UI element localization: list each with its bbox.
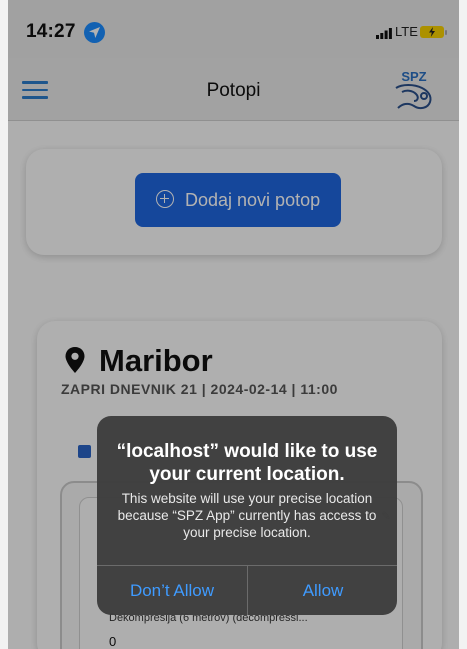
dialog-title: “localhost” would like to use your curre… — [116, 441, 378, 485]
location-permission-dialog: “localhost” would like to use your curre… — [97, 416, 397, 615]
dialog-message: This website will use your precise locat… — [117, 491, 377, 540]
app-page: 14:27 LTE Potopi SPZ Dodaj novi potop Ma… — [8, 0, 459, 649]
allow-button[interactable]: Allow — [248, 566, 397, 615]
dont-allow-button[interactable]: Don’t Allow — [97, 566, 247, 615]
